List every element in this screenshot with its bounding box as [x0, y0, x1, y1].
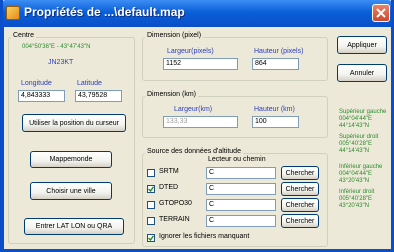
pixel-width-label: Largeur(pixels)	[167, 48, 214, 55]
dted-checkbox[interactable]	[147, 185, 155, 193]
top-right-lat: 44°14'43"N	[339, 148, 370, 154]
enter-lat-lon-button[interactable]: Entrer LAT LON ou QRA	[24, 218, 124, 235]
bottom-left-label: Inférieur gauche	[339, 164, 383, 170]
bottom-right-label: Inférieur droit	[339, 189, 375, 195]
choose-city-button[interactable]: Choisir une ville	[30, 182, 112, 200]
longitude-label: Longitude	[21, 80, 52, 87]
terrain-path-input[interactable]: C	[206, 215, 276, 227]
terrain-checkbox[interactable]	[147, 217, 155, 225]
checkmark-icon	[148, 235, 154, 241]
bottom-left-lon: 004°04'44"E	[339, 171, 373, 177]
use-cursor-position-button[interactable]: Utiliser la position du curseur	[22, 114, 126, 132]
pixel-height-label: Hauteur (pixels)	[254, 48, 304, 55]
terrain-browse-button[interactable]: Chercher	[281, 214, 319, 228]
dimension-pixel-label: Dimension (pixel)	[145, 32, 204, 39]
properties-dialog: Propriétés de ...\default.map Centre 004…	[0, 0, 394, 252]
ignore-missing-label: Ignorer les fichiers manquant	[159, 233, 250, 240]
latitude-label: Latitude	[77, 80, 102, 87]
gtopo30-path-input[interactable]: C	[206, 199, 276, 211]
srtm-label: SRTM	[159, 168, 179, 175]
latitude-input[interactable]: 43,79528	[75, 90, 122, 102]
terrain-label: TERRAIN	[159, 216, 190, 223]
longitude-input[interactable]: 4,843333	[18, 90, 65, 102]
top-left-lon: 004°04'44"E	[339, 116, 373, 122]
gtopo30-browse-button[interactable]: Chercher	[281, 198, 319, 212]
dialog-body: Centre 004°50'36"E - 43°47'43"N JN23KT L…	[3, 27, 393, 251]
top-left-label: Supérieur gauche	[339, 109, 387, 115]
dimension-km-label: Dimension (km)	[145, 91, 199, 98]
srtm-checkbox[interactable]	[147, 169, 155, 177]
top-right-label: Supérieur droit	[339, 134, 379, 140]
bottom-left-lat: 43°20'43"N	[339, 178, 370, 184]
gtopo30-label: GTOPO30	[159, 200, 192, 207]
centre-group-label: Centre	[11, 32, 37, 39]
km-height-label: Hauteur (km)	[254, 106, 295, 113]
srtm-browse-button[interactable]: Chercher	[281, 166, 319, 180]
dted-browse-button[interactable]: Chercher	[281, 182, 319, 196]
ignore-missing-checkbox[interactable]	[147, 234, 155, 242]
centre-coords: 004°50'36"E - 43°47'43"N	[22, 44, 91, 50]
close-button[interactable]	[372, 4, 390, 22]
centre-group	[8, 37, 135, 244]
centre-locator: JN23KT	[48, 59, 74, 66]
dted-label: DTED	[159, 184, 179, 191]
dted-path-input[interactable]: C	[206, 183, 276, 195]
cancel-button[interactable]: Annuler	[337, 64, 387, 82]
pixel-height-input[interactable]: 864	[252, 58, 299, 70]
checkmark-icon	[148, 186, 154, 192]
elevation-source-label: Source des données d'altitude	[145, 148, 243, 155]
world-map-button[interactable]: Mappemonde	[30, 151, 112, 168]
bottom-right-lon: 005°40'28"E	[339, 196, 373, 202]
srtm-path-input[interactable]: C	[206, 167, 276, 179]
title-bar[interactable]: Propriétés de ...\default.map	[0, 0, 394, 27]
km-width-input: 133,33	[163, 116, 238, 128]
gtopo30-checkbox[interactable]	[147, 201, 155, 209]
pixel-width-input[interactable]: 1152	[163, 58, 238, 70]
top-right-lon: 005°40'28"E	[339, 141, 373, 147]
km-width-label: Largeur(km)	[174, 106, 213, 113]
top-left-lat: 44°14'43"N	[339, 123, 370, 129]
path-column-label: Lecteur ou chemin	[208, 156, 266, 163]
window-title: Propriétés de ...\default.map	[24, 5, 185, 19]
apply-button[interactable]: Appliquer	[337, 36, 387, 54]
bottom-right-lat: 43°20'43"N	[339, 203, 370, 209]
km-height-input[interactable]: 100	[252, 116, 299, 128]
map-app-icon	[6, 6, 20, 20]
close-icon	[376, 8, 386, 18]
